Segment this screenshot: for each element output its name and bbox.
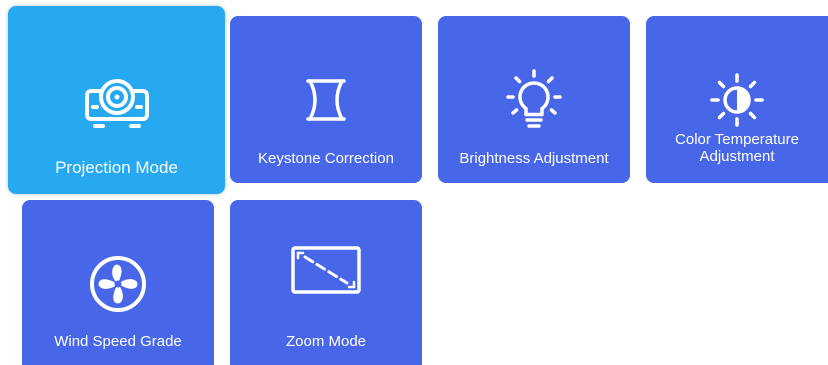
projector-icon [8,70,225,134]
zoom-frame-icon [230,240,422,300]
color-temperature-label-line2: Adjustment [699,148,775,165]
color-temperature-adjustment-tile[interactable]: Color Temperature Adjustment [646,16,828,183]
projection-mode-label: Projection Mode [55,158,178,177]
brightness-adjustment-label: Brightness Adjustment [459,150,609,167]
keystone-icon [230,72,422,128]
fan-icon [22,254,214,314]
wind-speed-grade-tile[interactable]: Wind Speed Grade [22,200,214,365]
brightness-adjustment-tile[interactable]: Brightness Adjustment [438,16,630,183]
wind-speed-grade-label: Wind Speed Grade [54,333,182,350]
color-temperature-icon [646,70,828,130]
keystone-correction-tile[interactable]: Keystone Correction [230,16,422,183]
color-temperature-label-line1: Color Temperature [675,131,799,148]
settings-menu-grid: Projection Mode Keystone Correction Brig… [0,0,828,365]
lightbulb-icon [438,68,630,132]
zoom-mode-label: Zoom Mode [285,333,367,350]
projection-mode-tile[interactable]: Projection Mode [8,6,225,194]
color-temperature-adjustment-label: Color Temperature Adjustment [646,131,828,165]
zoom-mode-tile[interactable]: Zoom Mode [230,200,422,365]
keystone-correction-label: Keystone Correction [258,150,394,167]
